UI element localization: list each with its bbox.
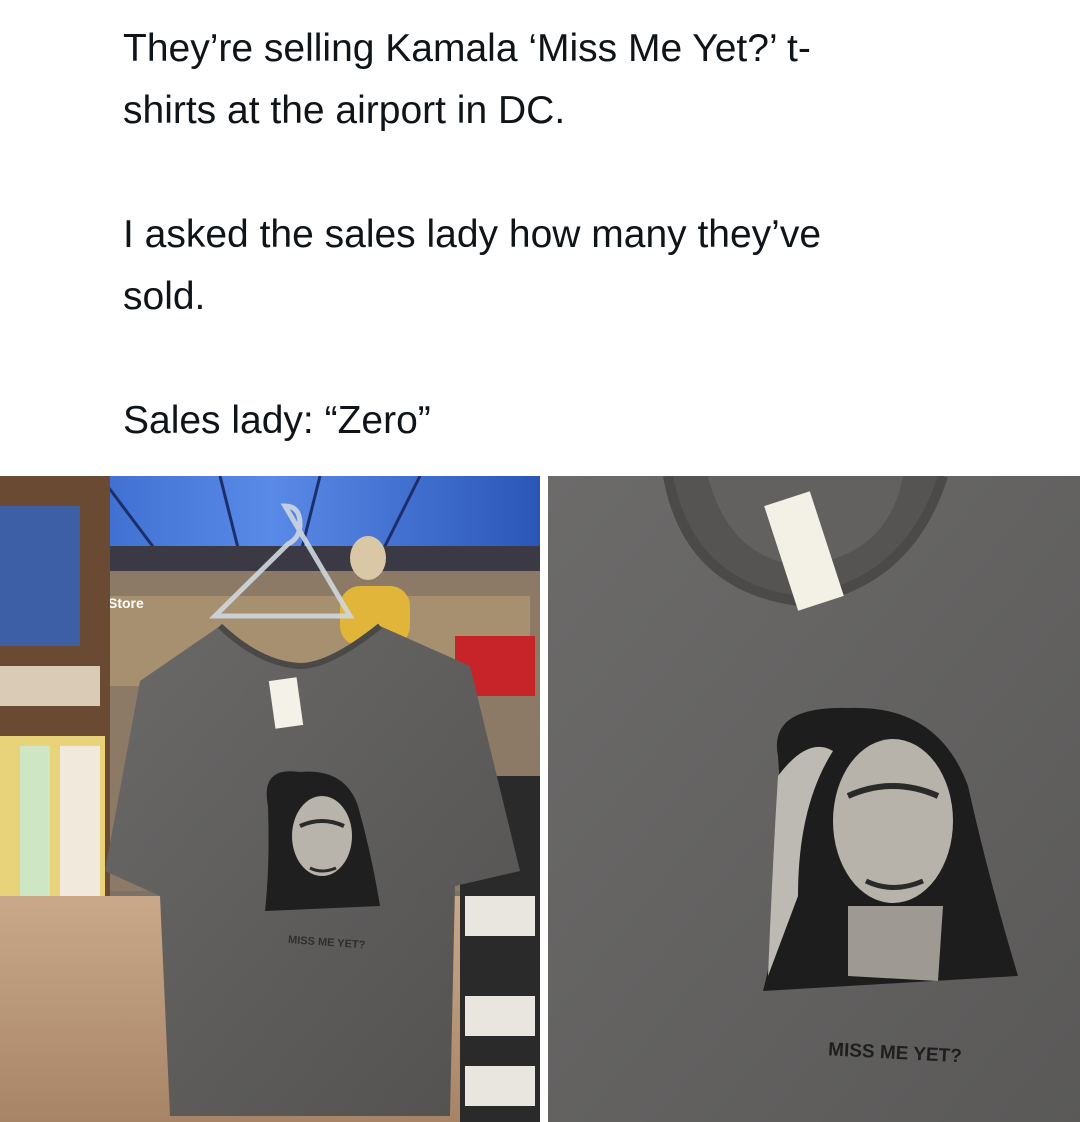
caption-gap [123, 328, 983, 390]
shirt-closeup-illustration: MISS ME YET? [548, 476, 1080, 1122]
photo-shirt-closeup[interactable]: MISS ME YET? [548, 476, 1080, 1122]
caption-line-3: I asked the sales lady how many they’ve [123, 213, 822, 256]
photo-divider [540, 476, 548, 1122]
caption-gap [123, 142, 983, 204]
caption-line-5: Sales lady: “Zero” [123, 399, 431, 442]
caption-line-1: They’re selling Kamala ‘Miss Me Yet?’ t- [123, 27, 811, 70]
post-caption: They’re selling Kamala ‘Miss Me Yet?’ t-… [123, 18, 983, 452]
store-scene-illustration: Store MISS ME YET? [0, 476, 540, 1122]
caption-line-2: shirts at the airport in DC. [123, 89, 566, 132]
caption-line-4: sold. [123, 275, 206, 318]
photo-store-shirt[interactable]: Store MISS ME YET? [0, 476, 540, 1122]
store-sign: Store [108, 595, 144, 611]
photo-grid[interactable]: Store MISS ME YET? MISS ME YET? [0, 476, 1080, 1122]
